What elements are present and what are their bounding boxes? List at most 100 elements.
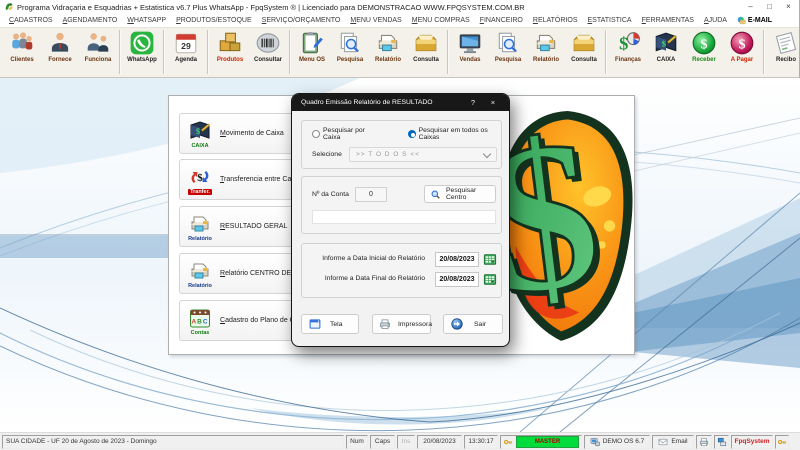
toolbar-button-label: Receber	[692, 57, 716, 63]
abc-icon: ABC	[188, 306, 212, 330]
dialog-titlebar[interactable]: Quadro Emissão Relatório de RESULTADO ? …	[292, 94, 509, 111]
toolbar-button-label: Relatório	[532, 57, 559, 63]
centro-result-input[interactable]	[312, 210, 496, 224]
toolbar-button-consultar[interactable]: Consultar	[249, 30, 287, 76]
status-brand-text: FpqSystem	[734, 438, 770, 445]
menu-item-label: ESTATISTICA	[587, 17, 632, 24]
minimize-button[interactable]: –	[742, 1, 759, 13]
statusbar: SUA CIDADE - UF 20 de Agosto de 2023 - D…	[0, 432, 800, 450]
toolbar-button-menu-os[interactable]: Menu OS	[293, 30, 331, 76]
status-caps-lock: Caps	[370, 434, 395, 449]
menu-item-label: MENU VENDAS	[350, 17, 402, 24]
data-final-input[interactable]: 20/08/2023	[435, 272, 479, 287]
toolbar-separator	[119, 30, 121, 74]
status-key2	[775, 434, 789, 449]
toolbar-button-consulta[interactable]: Consulta	[565, 30, 603, 76]
status-location-text: SUA CIDADE - UF 20 de Agosto de 2023 - D…	[6, 438, 157, 445]
toolbar-button-a-pagar[interactable]: $ A Pagar	[723, 30, 761, 76]
calendar-picker-icon[interactable]	[483, 253, 497, 266]
toolbar-separator	[163, 30, 165, 74]
radio-pesquisar-todos-caixas[interactable]: Pesquisar em todos os Caixas	[407, 127, 501, 141]
toolbar-button-whatsapp[interactable]: WhatsApp	[123, 30, 161, 76]
toolbar-button-pesquisa[interactable]: Pesquisa	[489, 30, 527, 76]
sair-label: Sair	[474, 320, 487, 328]
sair-button[interactable]: Sair	[443, 314, 503, 334]
menu-item-e-mail[interactable]: E-MAIL	[732, 16, 777, 25]
menu-item-ferramentas[interactable]: FERRAMENTAS	[637, 17, 699, 24]
caixa-select[interactable]: >> T O D O S <<	[349, 147, 497, 162]
panel-menu-label: Cadastro do Plano de Co	[220, 317, 299, 324]
cashbook-icon: $	[188, 119, 212, 143]
toolbar-button-label: A Pagar	[730, 57, 754, 63]
toolbar-button-clientes[interactable]: Clientes	[3, 30, 41, 76]
radio-circle-checked[interactable]	[407, 130, 416, 138]
conta-input[interactable]: 0	[355, 187, 387, 202]
menu-item-relat-rios[interactable]: RELATÓRIOS	[528, 17, 583, 24]
menu-item-financeiro[interactable]: FINANCEIRO	[475, 17, 528, 24]
main-area: ABC Contas Cadastro do Plano de Co Relatóri…	[0, 78, 800, 432]
toolbar-button-fornece[interactable]: Fornece	[41, 30, 79, 76]
tela-button[interactable]: Tela	[301, 314, 359, 334]
toolbar-button-consulta[interactable]: Consulta	[407, 30, 445, 76]
menu-item-servi-o-or-amento[interactable]: SERVIÇO/ORÇAMENTO	[257, 17, 346, 24]
menu-item-agendamento[interactable]: AGENDAMENTO	[58, 17, 123, 24]
data-inicial-input[interactable]: 20/08/2023	[435, 252, 479, 267]
toolbar-button-label: Funciona	[84, 57, 112, 63]
menu-item-label: AGENDAMENTO	[62, 17, 118, 24]
dialog-title: Quadro Emissão Relatório de RESULTADO	[301, 99, 433, 106]
toolbar: Clientes Fornece Funciona WhatsApp 29 Agenda P…	[0, 27, 799, 78]
menu-item-estatistica[interactable]: ESTATISTICA	[582, 17, 636, 24]
impressora-button[interactable]: Impressora	[372, 314, 432, 334]
toolbar-button-label: Clientes	[10, 57, 34, 63]
toolbar-button-receber[interactable]: $ Receber	[685, 30, 723, 76]
status-user: MASTER	[500, 434, 582, 449]
window-screen-icon	[309, 318, 321, 330]
toolbar-button-vendas[interactable]: Vendas	[451, 30, 489, 76]
printer-icon	[188, 259, 212, 283]
menu-item-menu-compras[interactable]: MENU COMPRAS	[407, 17, 475, 24]
panel-menu-caption: CAIXA	[191, 142, 209, 149]
radio-label: Pesquisar por Caixa	[323, 127, 365, 141]
toolbar-button-label: Fornece	[48, 57, 72, 63]
menu-item-ajuda[interactable]: AJUDA	[699, 17, 732, 24]
toolbar-button-agenda[interactable]: 29 Agenda	[167, 30, 205, 76]
panel-menu-label: RESULTADO GERAL	[220, 223, 288, 230]
status-email-text: Email	[671, 438, 688, 445]
magnifier-icon	[430, 189, 441, 200]
pesquisar-centro-button[interactable]: Pesquisar Centro	[424, 185, 496, 203]
menu-item-produtos-estoque[interactable]: PRODUTOS/ESTOQUE	[171, 17, 257, 24]
status-date-text: 20/08/2023	[423, 438, 456, 445]
calendar-picker-icon[interactable]	[483, 273, 497, 286]
dialog-close-button[interactable]: ×	[486, 98, 500, 107]
panel-menu-caption: Contas	[190, 329, 210, 336]
radio-pesquisar-por-caixa[interactable]: Pesquisar por Caixa	[312, 127, 378, 141]
toolbar-button-pesquisa[interactable]: Pesquisa	[331, 30, 369, 76]
toolbar-separator	[763, 30, 765, 74]
toolbar-button-finan-as[interactable]: $ Finanças	[609, 30, 647, 76]
toolbar-button-caixa[interactable]: $ CAIXA	[647, 30, 685, 76]
dialog-help-button[interactable]: ?	[466, 98, 480, 107]
status-insert: Ins	[397, 434, 415, 449]
toolbar-button-relat-rio[interactable]: Relatório	[527, 30, 565, 76]
menu-item-cadastros[interactable]: CADASTROS	[4, 17, 58, 24]
radio-circle-unchecked[interactable]	[312, 130, 320, 138]
toolbar-button-label: Finanças	[614, 57, 641, 63]
key-icon	[503, 437, 513, 447]
status-print	[696, 434, 712, 449]
toolbar-button-recibo[interactable]: Recibo	[767, 30, 800, 76]
maximize-button[interactable]: □	[761, 1, 778, 13]
toolbar-separator	[207, 30, 209, 74]
menu-item-menu-vendas[interactable]: MENU VENDAS	[345, 17, 406, 24]
pay-icon: $	[729, 30, 755, 56]
conta-group: Nº da Conta 0 Pesquisar Centro	[301, 176, 502, 234]
toolbar-button-relat-rio[interactable]: Relatório	[369, 30, 407, 76]
printer-icon	[379, 318, 391, 330]
menu-item-label: AJUDA	[703, 17, 727, 24]
close-button[interactable]: ×	[780, 1, 797, 13]
toolbar-button-funciona[interactable]: Funciona	[79, 30, 117, 76]
transfer-icon: $	[188, 165, 212, 189]
menu-item-whatsapp[interactable]: WHATSAPP	[122, 17, 171, 24]
whatsapp-icon	[129, 30, 155, 56]
toolbar-button-produtos[interactable]: Produtos	[211, 30, 249, 76]
caixa-filter-group: Pesquisar por Caixa Pesquisar em todos o…	[301, 120, 502, 169]
